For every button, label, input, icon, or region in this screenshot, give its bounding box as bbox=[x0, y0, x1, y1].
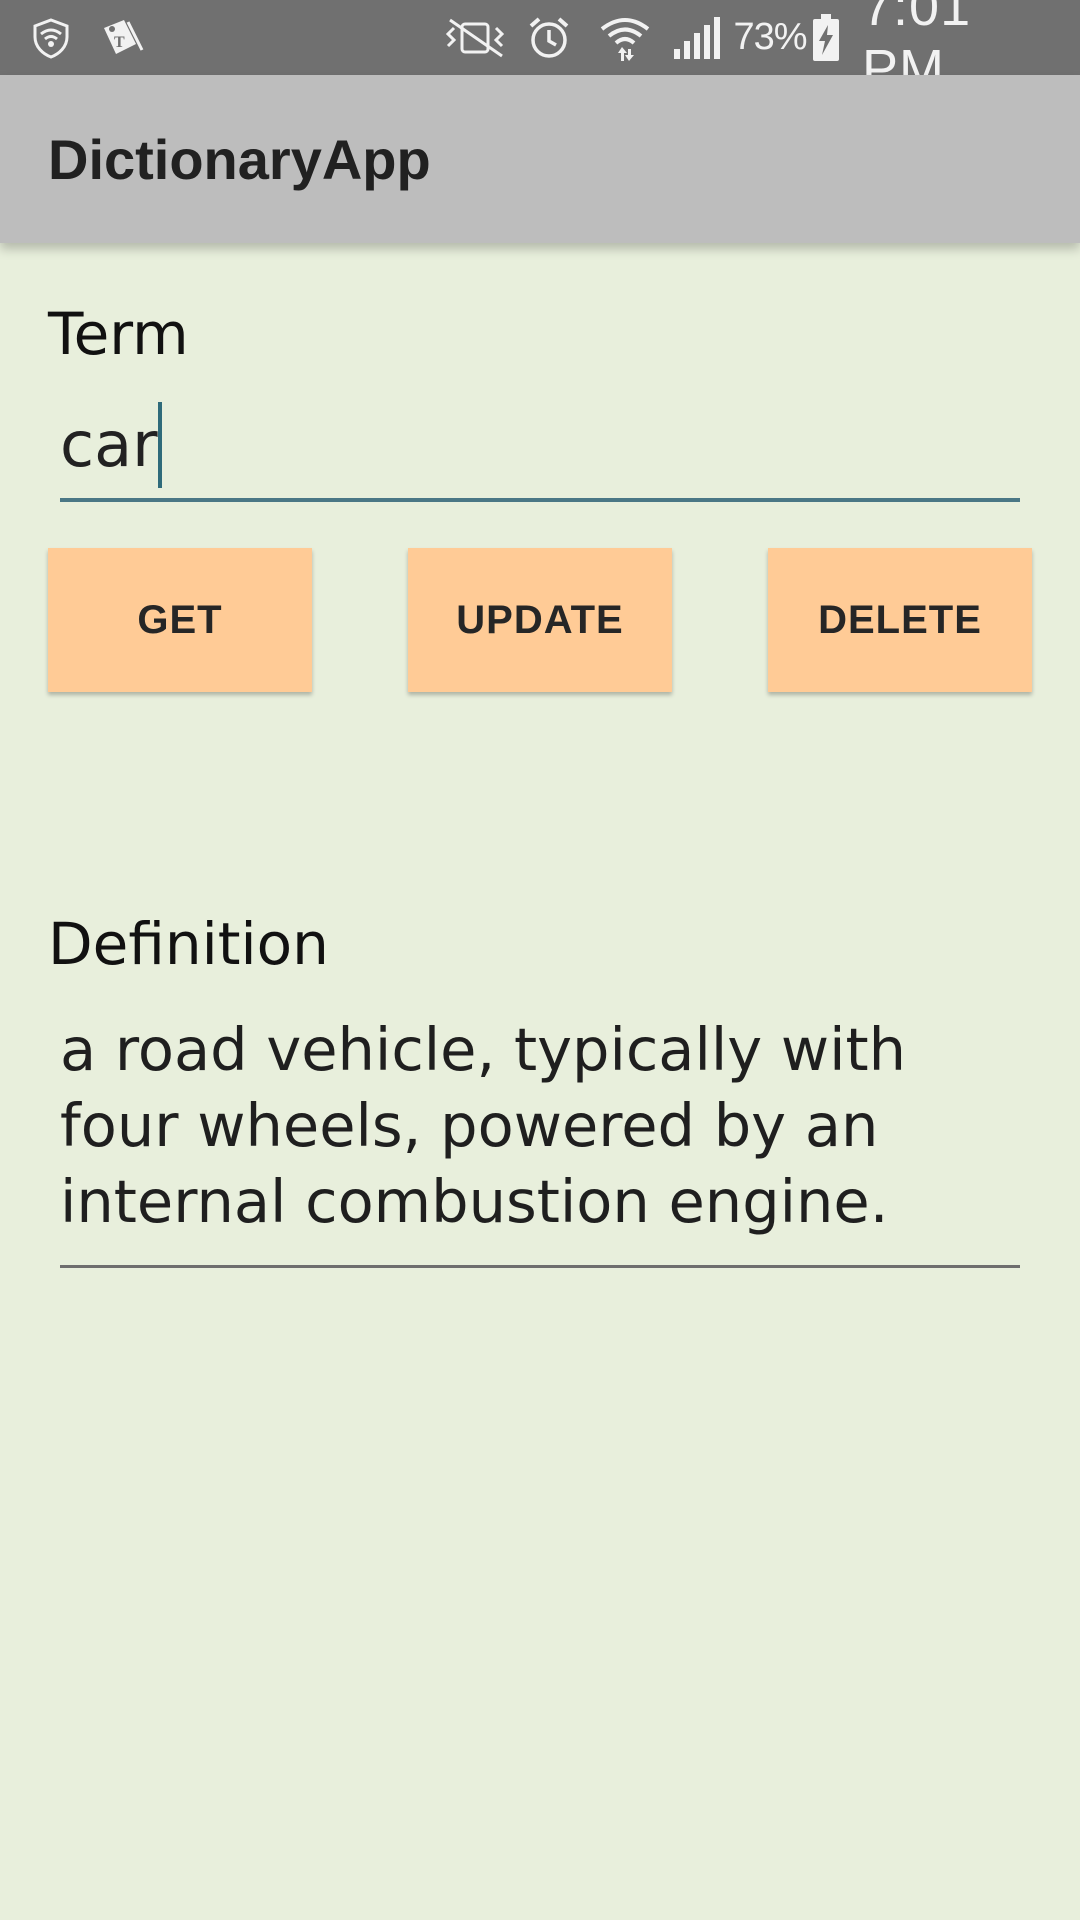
battery-charging-icon bbox=[808, 0, 844, 75]
alarm-icon bbox=[524, 0, 574, 75]
term-label: Term bbox=[48, 300, 189, 368]
vibrate-icon bbox=[438, 0, 514, 75]
shield-wifi-icon bbox=[26, 0, 76, 75]
svg-text:T: T bbox=[114, 34, 125, 51]
update-button[interactable]: UPDATE bbox=[408, 548, 672, 692]
app-bar: DictionaryApp bbox=[0, 75, 1080, 243]
clock: 7:01 PM bbox=[862, 0, 972, 99]
signal-icon bbox=[670, 0, 724, 75]
t-mobile-tag-icon: T bbox=[96, 0, 148, 75]
definition-label: Definition bbox=[48, 910, 329, 978]
app-title: DictionaryApp bbox=[48, 127, 431, 191]
term-value[interactable]: car bbox=[60, 414, 158, 476]
wifi-icon bbox=[596, 0, 654, 75]
definition-text[interactable]: a road vehicle, typically with four whee… bbox=[60, 1008, 1020, 1240]
status-bar: T 73% 7:01 PM bbox=[0, 0, 1080, 99]
definition-field[interactable]: a road vehicle, typically with four whee… bbox=[60, 1008, 1020, 1268]
text-caret bbox=[157, 402, 162, 488]
battery-percent: 73% bbox=[733, 16, 807, 58]
term-input[interactable]: car bbox=[60, 392, 1020, 502]
delete-button[interactable]: DELETE bbox=[768, 548, 1032, 692]
get-button[interactable]: GET bbox=[48, 548, 312, 692]
